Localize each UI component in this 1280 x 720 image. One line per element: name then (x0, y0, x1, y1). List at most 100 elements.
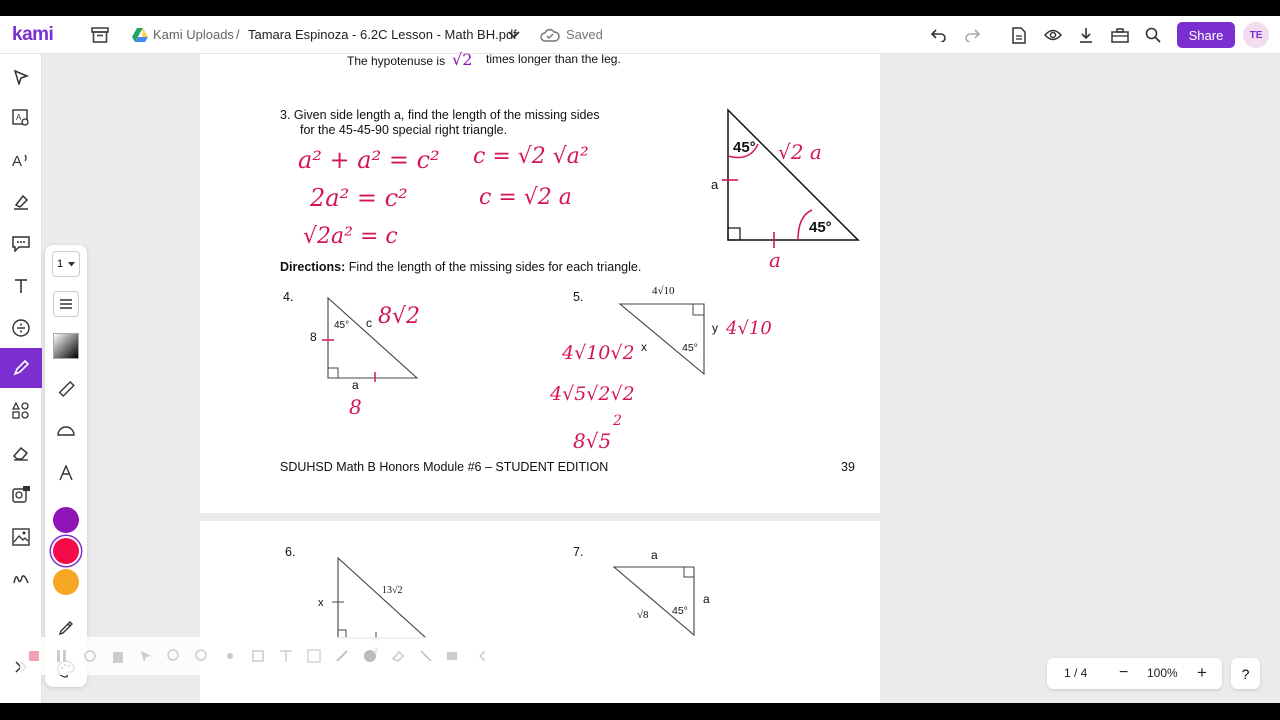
briefcase-icon[interactable] (1107, 22, 1133, 48)
fig6-side-x: x (318, 597, 324, 609)
zoom-in-icon[interactable] (160, 642, 188, 670)
breadcrumb-separator: / (236, 27, 240, 42)
triangle-figure-3 (722, 108, 860, 248)
avatar[interactable]: TE (1243, 22, 1269, 48)
signature-icon[interactable] (6, 564, 36, 594)
fig5-side-x: x (641, 340, 647, 354)
question-6-number: 6. (285, 545, 296, 559)
comment-icon[interactable] (6, 229, 36, 259)
top-bar: kami Kami Uploads / Tamara Espinoza - 6.… (0, 16, 1280, 54)
opacity-icon[interactable] (53, 333, 79, 359)
cloud-saved-icon (537, 22, 563, 48)
erase-icon[interactable] (384, 642, 412, 670)
color-swatch-orange[interactable] (53, 569, 79, 595)
pause-icon[interactable] (48, 642, 76, 670)
breadcrumb-folder[interactable]: Kami Uploads (153, 27, 234, 42)
magic-icon[interactable] (216, 642, 244, 670)
sqrt2-annotation: √2 (452, 50, 473, 69)
fig4-side-a: a (352, 378, 359, 392)
mute-icon[interactable] (412, 642, 440, 670)
ai-search-icon[interactable] (6, 480, 36, 510)
record-icon[interactable] (20, 642, 48, 670)
handwriting-h6: √2 a (778, 140, 822, 164)
shapes-icon[interactable] (6, 396, 36, 426)
ruler-icon[interactable] (53, 376, 79, 402)
handwriting-h10: 4√10√2 (562, 342, 635, 364)
equation-icon[interactable] (6, 313, 36, 343)
previous-statement-text: The hypotenuse is (347, 54, 446, 68)
handwriting-h13: 8√5 (573, 429, 612, 453)
search-icon[interactable] (1140, 22, 1166, 48)
fig3-side-a: a (711, 177, 719, 192)
handwriting-h3: √2a² = c (303, 224, 398, 249)
triangle-figure-5 (618, 303, 705, 376)
text-select-icon[interactable]: A (6, 103, 36, 133)
pdf-page-40: 6. x 13√2 x 7. a a √8 45° (200, 521, 880, 703)
grid-icon[interactable] (300, 642, 328, 670)
zoom-controls: 1 / 4 − 100% + (1047, 658, 1222, 689)
triangle-figure-6 (332, 556, 428, 642)
handwriting-h5: c = √2 a (479, 185, 572, 210)
archive-icon[interactable] (87, 22, 113, 48)
color-swatch-red-selected[interactable] (53, 538, 79, 564)
page-footer-title: SDUHSD Math B Honors Module #6 – STUDENT… (280, 460, 609, 474)
drawing-tool-icon[interactable] (0, 348, 42, 388)
handwriting-h4: c = √2 √a² (473, 144, 589, 169)
text-to-speech-icon[interactable]: A (6, 145, 36, 175)
google-drive-icon (127, 22, 153, 48)
handwriting-h1: a² + a² = c² (298, 146, 440, 174)
zoom-in-button[interactable]: + (1197, 663, 1207, 683)
zoom-level[interactable]: 100% (1147, 666, 1178, 680)
question-7-number: 7. (573, 545, 584, 559)
video-icon[interactable] (440, 642, 468, 670)
text-style-icon[interactable] (53, 460, 79, 486)
kami-logo: kami (12, 24, 54, 45)
share-button[interactable]: Share (1177, 22, 1235, 48)
download-icon[interactable] (1073, 22, 1099, 48)
left-toolbar: A A (0, 54, 42, 703)
crop-icon[interactable] (244, 642, 272, 670)
eraser-icon[interactable] (6, 438, 36, 468)
redo-icon[interactable] (959, 22, 985, 48)
stroke-width-select[interactable]: 1 (52, 251, 80, 277)
directions-label: Directions: Find the length of the missi… (280, 260, 641, 274)
collapse-icon[interactable] (468, 642, 496, 670)
handwriting-h7: a (769, 248, 781, 272)
zoom-out-icon[interactable] (188, 642, 216, 670)
image-icon[interactable] (6, 522, 36, 552)
zoom-out-button[interactable]: − (1119, 664, 1128, 682)
triangle-figure-7 (612, 566, 695, 637)
trash-icon[interactable] (104, 642, 132, 670)
fig7-angle: 45° (672, 605, 688, 617)
document-icon[interactable] (1006, 22, 1032, 48)
page-number: 39 (841, 460, 855, 474)
highlighter-icon[interactable] (6, 187, 36, 217)
emoji-icon[interactable] (356, 642, 384, 670)
drawing-actions-toolbar (20, 637, 520, 675)
text-format-icon[interactable] (272, 642, 300, 670)
handwriting-h9: 8 (349, 395, 362, 419)
fig5-side-y: y (712, 321, 718, 335)
protractor-icon[interactable] (53, 417, 79, 443)
handwriting-h12: 2 (613, 413, 622, 429)
help-button[interactable]: ? (1231, 658, 1260, 689)
page-indicator[interactable]: 1 / 4 (1064, 666, 1087, 680)
fig7-hyp: √8 (637, 609, 649, 621)
drawing-palette: 1 (45, 245, 87, 687)
pen-off-icon[interactable] (328, 642, 356, 670)
breadcrumb-file[interactable]: Tamara Espinoza - 6.2C Lesson - Math BH.… (248, 27, 517, 42)
chevron-down-icon[interactable] (501, 22, 527, 48)
text-tool-icon[interactable] (6, 271, 36, 301)
question-4-number: 4. (283, 290, 294, 304)
undo-icon[interactable] (926, 22, 952, 48)
color-swatch-purple[interactable] (53, 507, 79, 533)
select-tool-icon[interactable] (6, 62, 36, 92)
fig3-angle-right: 45° (809, 219, 832, 236)
eye-icon[interactable] (1040, 22, 1066, 48)
line-style-icon[interactable] (53, 291, 79, 317)
refresh-icon[interactable] (76, 642, 104, 670)
fig7-top-a: a (651, 548, 658, 562)
svg-text:A: A (12, 153, 22, 168)
question-5-number: 5. (573, 290, 584, 304)
pointer-icon[interactable] (132, 642, 160, 670)
